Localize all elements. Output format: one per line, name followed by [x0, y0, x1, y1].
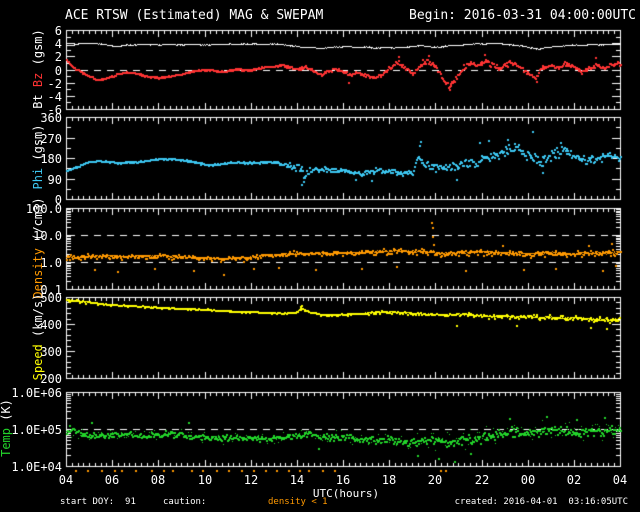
y-tick-label: 2: [54, 50, 62, 64]
y-tick-label: 500: [40, 291, 62, 305]
x-tick-label: 10: [197, 473, 213, 487]
x-tick-label: 22: [474, 473, 490, 487]
ylabel-temp: Temp (K): [0, 328, 13, 512]
y-tick-label: -4: [47, 90, 62, 104]
page-title: ACE RTSW (Estimated) MAG & SWEPAM: [65, 8, 324, 23]
x-tick-label: 20: [427, 473, 443, 487]
y-tick-label: 6: [54, 24, 62, 38]
x-tick-label: 00: [520, 473, 536, 487]
y-tick-label: -2: [47, 77, 62, 91]
footer-created-timestamp: created: 2016-04-01 03:16:05UTC: [454, 497, 628, 507]
y-tick-label: 10.0: [33, 229, 62, 243]
x-tick-label: 18: [381, 473, 397, 487]
y-tick-label: 4: [54, 37, 62, 51]
y-tick-label: 360: [40, 111, 62, 125]
y-tick-label: 1.0: [40, 256, 62, 270]
y-tick-label: 1.0E+04: [11, 460, 62, 474]
x-tick-label: 14: [289, 473, 305, 487]
x-tick-label: 08: [150, 473, 166, 487]
footer-caution-label: caution:: [163, 497, 207, 507]
x-tick-label: 02: [566, 473, 582, 487]
x-tick-label: 04: [58, 473, 74, 487]
y-tick-label: 180: [40, 152, 62, 166]
y-tick-label: 1.0E+05: [11, 423, 62, 437]
y-tick-label: 200: [40, 372, 62, 386]
y-tick-label: 400: [40, 318, 62, 332]
plot-canvas: [0, 0, 640, 512]
footer-start-doy: start DOY: 91: [60, 497, 136, 507]
y-tick-label: 300: [40, 345, 62, 359]
x-tick-label: 04: [612, 473, 628, 487]
y-tick-label: 90: [47, 173, 62, 187]
footer-caution-value: density < 1: [268, 497, 328, 507]
y-tick-label: 1.0E+06: [11, 386, 62, 400]
x-tick-label: 12: [243, 473, 259, 487]
y-tick-label: 100.0: [25, 202, 62, 216]
begin-timestamp: Begin: 2016-03-31 04:00:00UTC: [409, 8, 636, 23]
y-tick-label: 270: [40, 132, 62, 146]
y-tick-label: 0: [54, 64, 62, 78]
x-tick-label: 06: [104, 473, 120, 487]
ace-rtsw-plot: ACE RTSW (Estimated) MAG & SWEPAM Begin:…: [0, 0, 640, 512]
x-tick-label: 16: [335, 473, 351, 487]
